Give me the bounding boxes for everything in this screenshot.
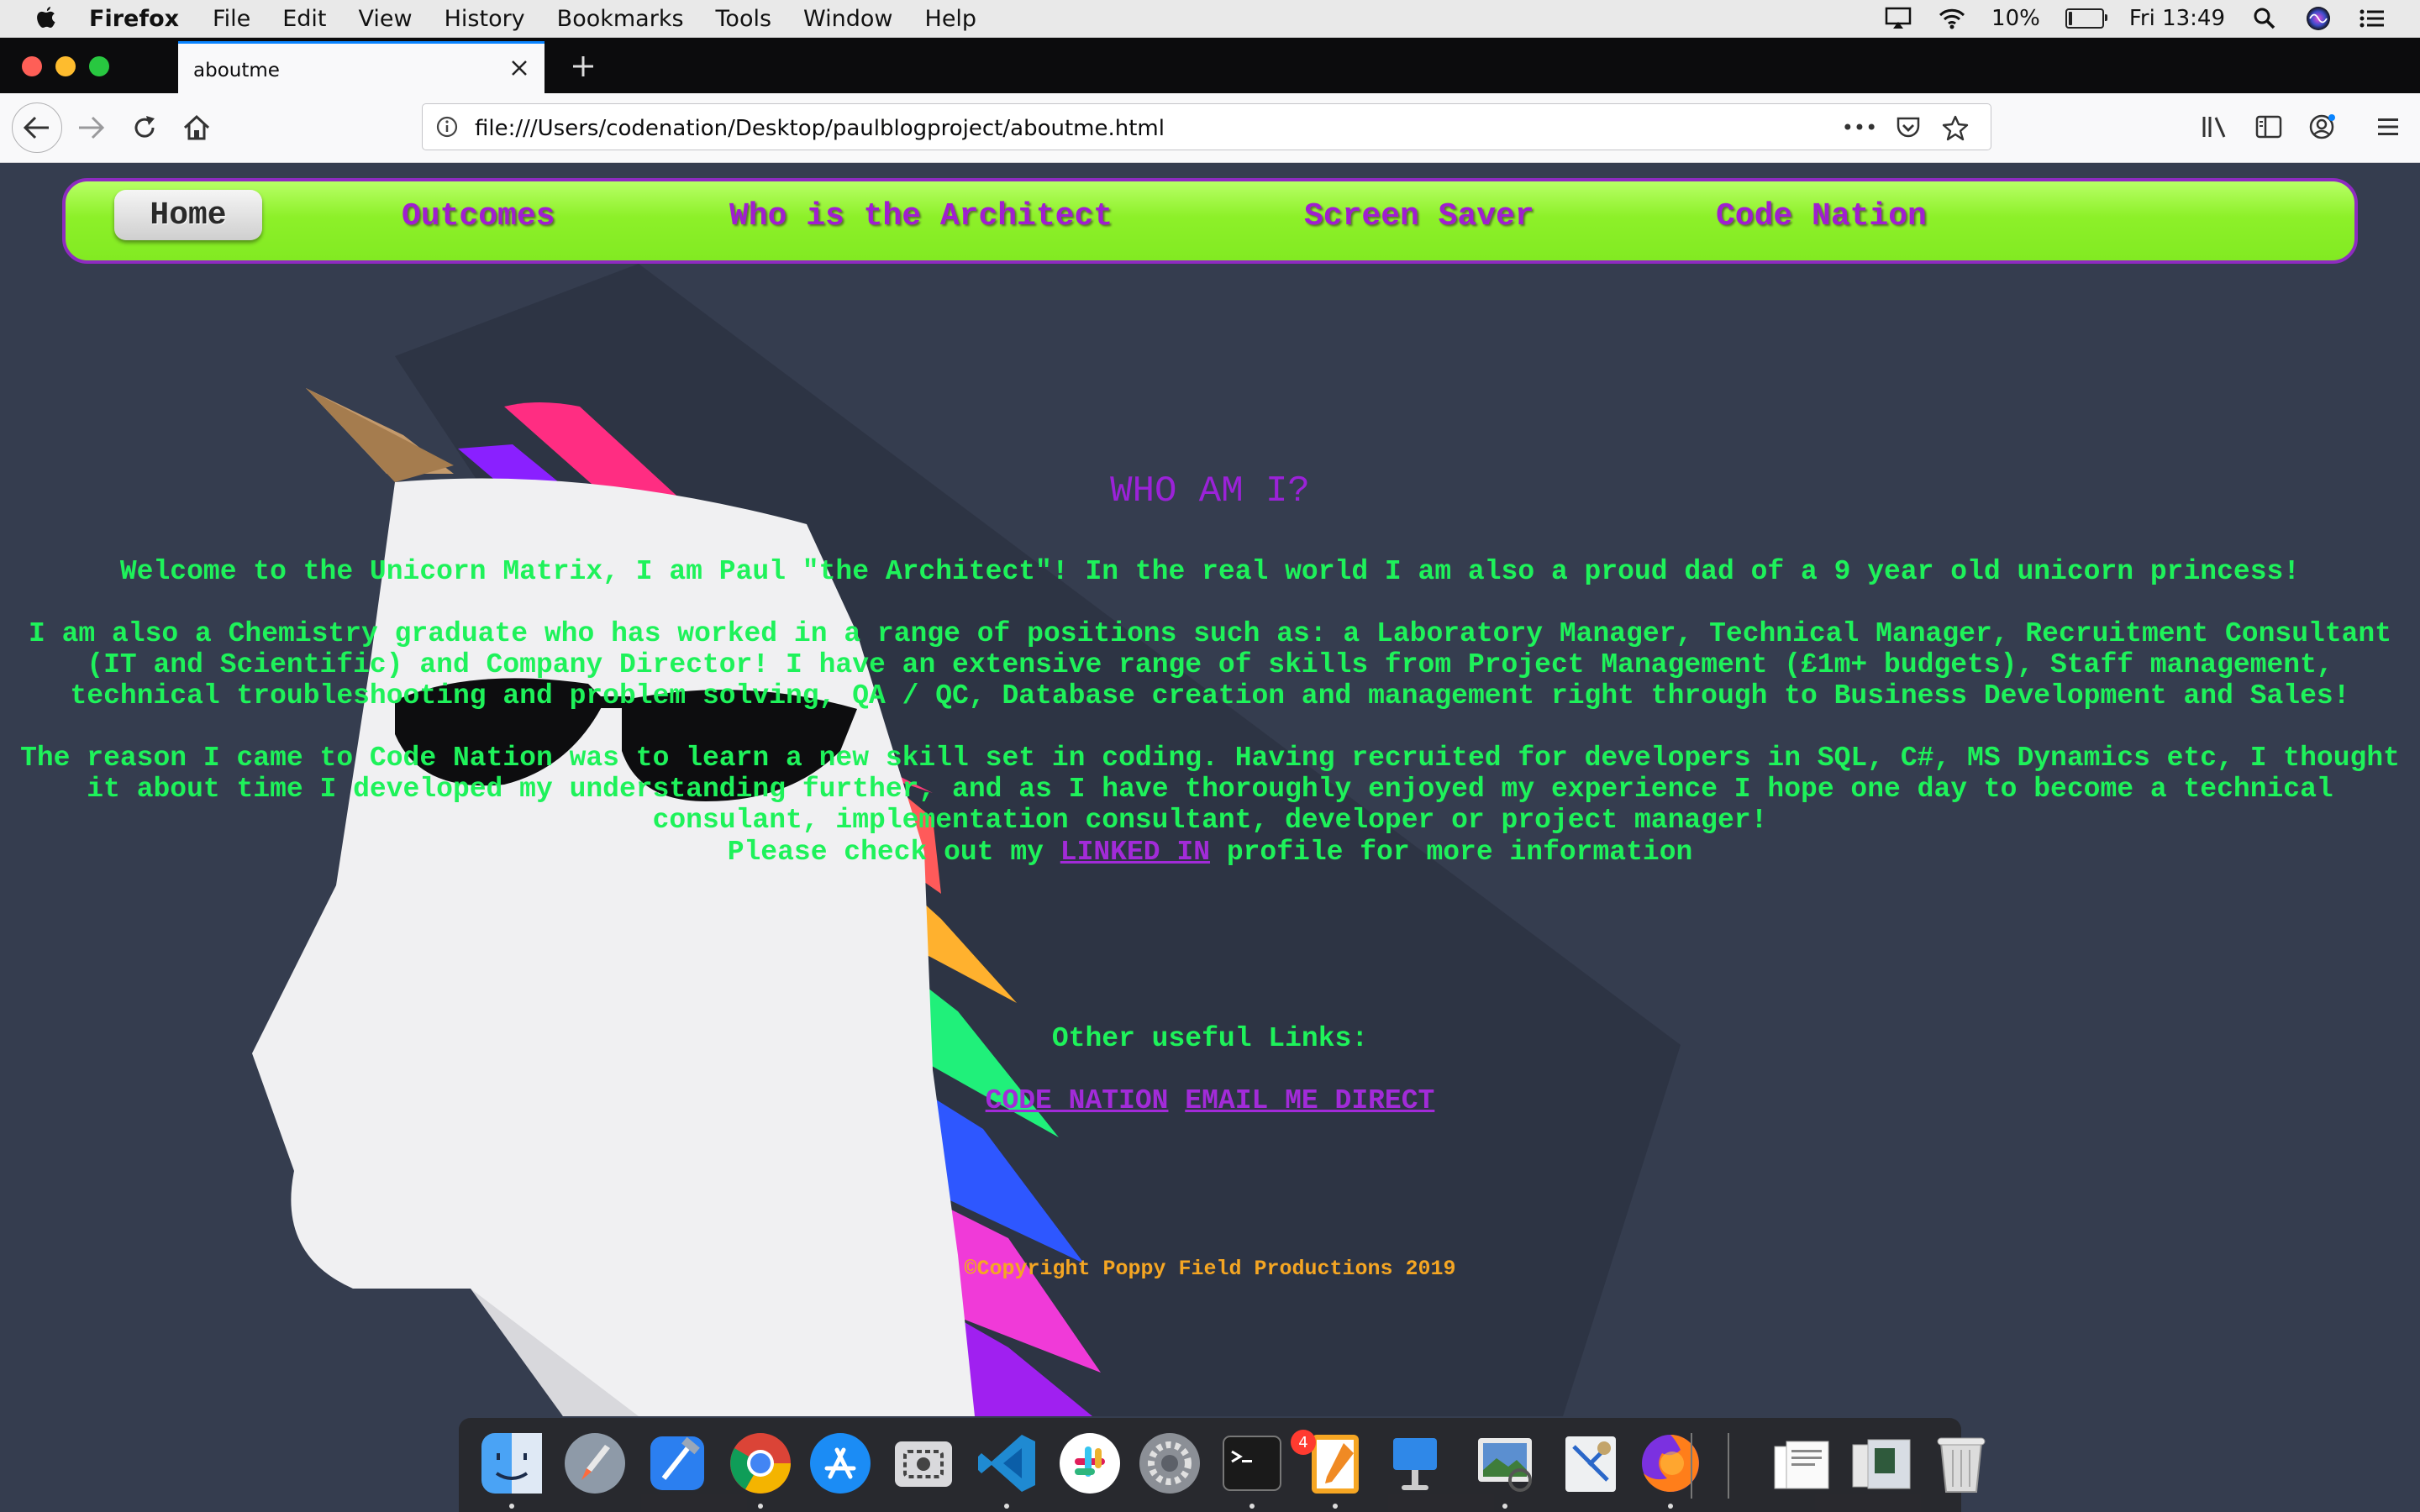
menu-history[interactable]: History: [445, 6, 525, 32]
keynote-icon[interactable]: [1381, 1430, 1449, 1497]
wifi-icon[interactable]: [1938, 6, 1966, 31]
battery-level: [2068, 12, 2072, 25]
system-preferences-icon[interactable]: [1136, 1430, 1203, 1497]
vscode-icon[interactable]: [973, 1430, 1040, 1497]
url-text[interactable]: file:///Users/codenation/Desktop/paulblo…: [475, 116, 1165, 141]
useful-links-heading: Other useful Links:: [1051, 1023, 1369, 1054]
bookmark-star-icon[interactable]: [1942, 114, 1969, 141]
forward-arrow-icon[interactable]: [71, 108, 111, 148]
pocket-icon[interactable]: [1895, 114, 1922, 141]
running-indicator: [508, 1504, 514, 1509]
linkedin-line: Please check out my LINKED IN profile fo…: [0, 837, 2420, 868]
menu-help[interactable]: Help: [925, 6, 977, 32]
navigation-toolbar: file:///Users/codenation/Desktop/paulblo…: [0, 93, 2420, 163]
tab-aboutme[interactable]: aboutme: [178, 41, 544, 93]
tab-title: aboutme: [193, 60, 280, 81]
nav-home-button[interactable]: Home: [114, 190, 262, 240]
tab-strip: aboutme: [0, 38, 2420, 93]
sidebar-toggle-icon[interactable]: [2252, 110, 2286, 144]
menu-bookmarks[interactable]: Bookmarks: [557, 6, 684, 32]
reload-icon[interactable]: [124, 108, 165, 148]
menu-view[interactable]: View: [359, 6, 413, 32]
back-arrow-icon[interactable]: [12, 102, 62, 153]
apple-menu-icon[interactable]: [34, 4, 59, 33]
linkedin-suffix: profile for more information: [1226, 837, 1693, 868]
nav-who-is-the-architect-link[interactable]: Who is the Architect: [729, 198, 1113, 234]
trash-icon[interactable]: [1928, 1430, 1995, 1497]
status-menus: 10% Fri 13:49: [1884, 0, 2386, 37]
library-icon[interactable]: [2198, 110, 2232, 144]
tab-close-icon[interactable]: [506, 55, 533, 81]
email-me-direct-link[interactable]: EMAIL ME DIRECT: [1185, 1085, 1434, 1116]
macos-menu-bar: Firefox File Edit View History Bookmarks…: [0, 0, 2420, 38]
dock-separator: [1728, 1433, 1729, 1499]
copyright-footer: ©Copyright Poppy Field Productions 2019: [964, 1257, 1456, 1281]
page-heading: WHO AM I?: [1110, 470, 1310, 512]
airplay-icon[interactable]: [1884, 6, 1912, 31]
app-store-icon[interactable]: [807, 1430, 874, 1497]
account-icon[interactable]: [2306, 110, 2339, 144]
site-info-icon[interactable]: [434, 114, 460, 139]
notification-center-icon[interactable]: [2358, 6, 2386, 31]
menu-window[interactable]: Window: [803, 6, 892, 32]
site-navigation-bar: Home Outcomes Who is the Architect Scree…: [62, 178, 2358, 264]
window-fullscreen-button[interactable]: [89, 56, 109, 76]
useful-links-list: CODE NATION EMAIL ME DIRECT: [0, 1085, 2420, 1116]
finder-icon[interactable]: [478, 1430, 545, 1497]
url-bar[interactable]: file:///Users/codenation/Desktop/paulblo…: [422, 103, 1991, 150]
battery-percent[interactable]: 10%: [1991, 6, 2040, 31]
dock-separator: [1691, 1433, 1692, 1499]
linkedin-link[interactable]: LINKED IN: [1060, 837, 1210, 868]
chrome-icon[interactable]: [727, 1430, 794, 1497]
linkedin-prefix: Please check out my: [727, 837, 1044, 868]
menu-tools[interactable]: Tools: [716, 6, 772, 32]
xcode-icon[interactable]: [644, 1430, 711, 1497]
running-indicator: [1333, 1504, 1339, 1509]
reason-paragraph: The reason I came to Code Nation was to …: [20, 743, 2400, 836]
menu-edit[interactable]: Edit: [282, 6, 326, 32]
nav-code-nation-link[interactable]: Code Nation: [1716, 198, 1927, 234]
window-minimize-button[interactable]: [55, 56, 76, 76]
firefox-icon[interactable]: [1637, 1430, 1704, 1497]
home-icon[interactable]: [176, 108, 217, 148]
macos-dock: 4: [459, 1418, 1986, 1512]
running-indicator: [1249, 1504, 1255, 1509]
terminal-icon[interactable]: [1218, 1430, 1286, 1497]
intro-paragraph: Welcome to the Unicorn Matrix, I am Paul…: [119, 556, 2301, 587]
new-tab-plus-icon[interactable]: [566, 50, 600, 83]
document-stack-icon[interactable]: [1768, 1430, 1835, 1497]
running-indicator: [1003, 1504, 1009, 1509]
code-nation-link[interactable]: CODE NATION: [986, 1085, 1169, 1116]
nav-outcomes-link[interactable]: Outcomes: [402, 198, 555, 234]
running-indicator: [1502, 1504, 1507, 1509]
running-indicator: [758, 1504, 764, 1509]
menu-file[interactable]: File: [213, 6, 250, 32]
window-close-button[interactable]: [22, 56, 42, 76]
menu-app-firefox[interactable]: Firefox: [89, 6, 179, 32]
image-stack-icon[interactable]: [1848, 1430, 1915, 1497]
background-paragraph: I am also a Chemistry graduate who has w…: [28, 618, 2392, 711]
slack-icon[interactable]: [1056, 1430, 1123, 1497]
mail-icon[interactable]: [1557, 1430, 1624, 1497]
spotlight-search-icon[interactable]: [2250, 6, 2279, 31]
nav-screen-saver-link[interactable]: Screen Saver: [1304, 198, 1534, 234]
screenshot-icon[interactable]: [890, 1430, 957, 1497]
clock[interactable]: Fri 13:49: [2129, 6, 2225, 31]
preview-icon[interactable]: [1471, 1430, 1539, 1497]
launchpad-icon[interactable]: [561, 1430, 629, 1497]
page-actions-menu-button[interactable]: •••: [1842, 114, 1877, 141]
siri-icon[interactable]: [2304, 6, 2333, 31]
battery-icon[interactable]: [2065, 8, 2107, 29]
app-store-badge: 4: [1291, 1430, 1316, 1455]
hamburger-menu-icon[interactable]: [2371, 110, 2405, 144]
page-viewport: Home Outcomes Who is the Architect Scree…: [0, 163, 2420, 1416]
running-indicator: [1668, 1504, 1674, 1509]
